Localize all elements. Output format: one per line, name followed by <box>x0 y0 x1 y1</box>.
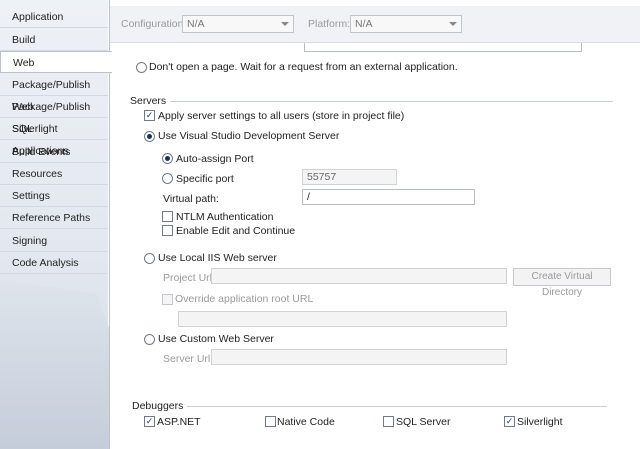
configuration-label: Configuration: <box>121 18 187 30</box>
specific-port-field[interactable]: 55757 <box>302 169 397 185</box>
project-url-field[interactable] <box>211 268 507 284</box>
platform-select[interactable]: N/A <box>350 15 462 33</box>
tab-web[interactable]: Web <box>0 51 112 73</box>
chevron-down-icon <box>281 22 289 26</box>
tab-build[interactable]: Build <box>0 29 108 51</box>
tab-code-analysis[interactable]: Code Analysis <box>0 252 108 274</box>
sql-server-debugger-checkbox[interactable] <box>383 416 394 427</box>
tab-reference-paths[interactable]: Reference Paths <box>0 207 108 229</box>
web-properties-page: Configuration: N/A Platform: N/A Don't o… <box>109 0 640 449</box>
edit-continue-checkbox[interactable] <box>162 225 173 236</box>
sidebar-decoration <box>0 280 110 449</box>
tab-settings[interactable]: Settings <box>0 185 108 207</box>
tab-signing[interactable]: Signing <box>0 230 108 252</box>
aspnet-debugger-checkbox[interactable]: ✓ <box>144 416 155 427</box>
tab-application[interactable]: Application <box>0 6 108 28</box>
tab-silverlight-applications[interactable]: Silverlight Applications <box>0 118 108 157</box>
servers-divider <box>170 101 613 102</box>
platform-value: N/A <box>355 18 373 30</box>
tab-build-events[interactable]: Build Events <box>0 141 108 163</box>
native-code-debugger-label: Native Code <box>277 416 335 428</box>
aspnet-debugger-label: ASP.NET <box>157 416 201 428</box>
tab-resources[interactable]: Resources <box>0 163 108 185</box>
override-root-url-label: Override application root URL <box>175 293 314 305</box>
server-url-field[interactable] <box>211 349 507 365</box>
dont-open-page-radio[interactable] <box>136 62 147 73</box>
virtual-path-label: Virtual path: <box>163 193 219 205</box>
auto-assign-port-label: Auto-assign Port <box>176 153 254 165</box>
local-iis-label: Use Local IIS Web server <box>158 252 277 264</box>
silverlight-debugger-checkbox[interactable]: ✓ <box>504 416 515 427</box>
virtual-path-field[interactable]: / <box>302 189 475 205</box>
server-url-label: Server Url: <box>163 353 214 365</box>
configuration-select[interactable]: N/A <box>182 15 294 33</box>
sql-server-debugger-label: SQL Server <box>396 416 451 428</box>
custom-web-server-label: Use Custom Web Server <box>158 333 274 345</box>
ntlm-auth-label: NTLM Authentication <box>176 211 274 223</box>
edit-continue-label: Enable Edit and Continue <box>176 225 296 237</box>
create-virtual-directory-button[interactable]: Create Virtual Directory <box>513 268 611 298</box>
auto-assign-port-radio[interactable] <box>162 153 173 164</box>
chevron-down-icon <box>449 22 457 26</box>
override-root-url-field[interactable] <box>178 311 507 327</box>
specific-port-radio[interactable] <box>162 173 173 184</box>
local-iis-radio[interactable] <box>144 253 155 264</box>
debuggers-divider <box>187 406 607 407</box>
tab-package-publish-web[interactable]: Package/Publish Web <box>0 74 108 113</box>
custom-web-server-radio[interactable] <box>144 334 155 345</box>
start-url-field[interactable] <box>304 43 582 52</box>
vs-dev-server-label: Use Visual Studio Development Server <box>158 130 340 142</box>
configuration-value: N/A <box>187 18 205 30</box>
silverlight-debugger-label: Silverlight <box>517 416 563 428</box>
apply-all-users-checkbox[interactable]: ✓ <box>144 110 155 121</box>
platform-label: Platform: <box>308 18 351 30</box>
tab-package-publish-sql[interactable]: Package/Publish SQL <box>0 96 108 135</box>
native-code-debugger-checkbox[interactable] <box>265 416 276 427</box>
specific-port-label: Specific port <box>176 173 234 185</box>
configuration-toolbar: Configuration: N/A Platform: N/A <box>110 6 640 43</box>
dont-open-page-label: Don't open a page. Wait for a request fr… <box>149 61 458 73</box>
debuggers-group-title: Debuggers <box>132 400 184 412</box>
override-root-url-checkbox[interactable] <box>162 294 173 305</box>
ntlm-auth-checkbox[interactable] <box>162 211 173 222</box>
servers-group-title: Servers <box>130 95 167 107</box>
vs-dev-server-radio[interactable] <box>144 131 155 142</box>
project-url-label: Project Url: <box>163 272 215 284</box>
apply-all-users-label: Apply server settings to all users (stor… <box>158 110 405 122</box>
